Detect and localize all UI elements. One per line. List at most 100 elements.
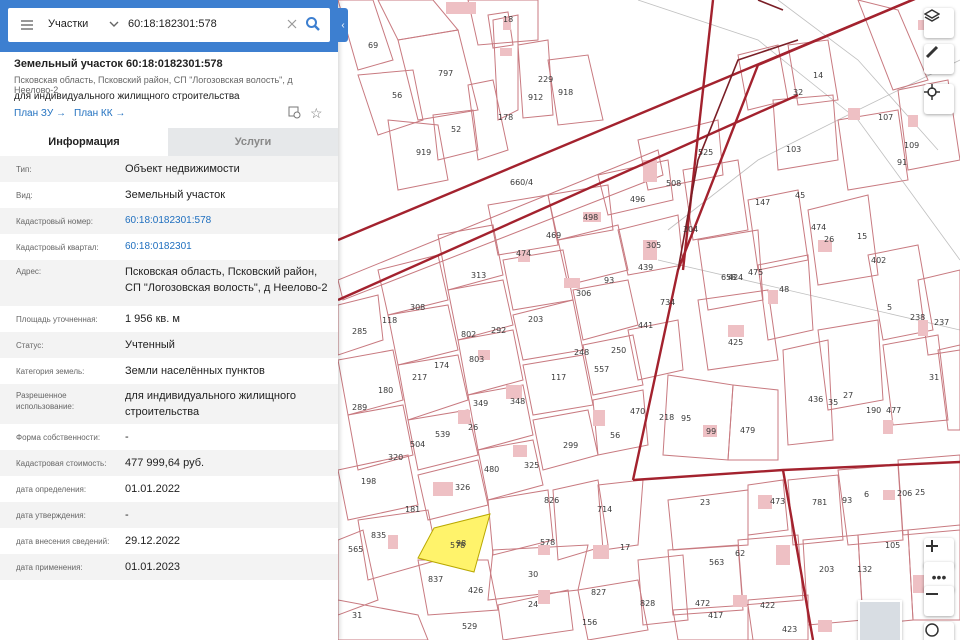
parcel-label: 248 [574, 348, 589, 357]
parcel-label: 285 [352, 327, 367, 336]
parcel-label: 198 [361, 477, 376, 486]
parcel-label: 348 [510, 397, 525, 406]
menu-icon[interactable] [20, 18, 34, 32]
attribute-row: Тип: Объект недвижимости [0, 156, 338, 182]
info-panel: Участки 60:18:182301:578 ‹ Земельный уча… [0, 0, 348, 640]
layer-select-label[interactable]: Участки [48, 18, 88, 30]
parcel-label: 422 [760, 601, 775, 610]
parcel-label: 565 [348, 545, 363, 554]
parcel-label: 919 [416, 148, 431, 157]
parcel-label: 563 [709, 558, 724, 567]
parcel-label: 181 [405, 505, 420, 514]
parcel-label: 578 [540, 538, 555, 547]
collapse-panel-button[interactable]: ‹ [338, 8, 348, 42]
attribute-value: 01.01.2022 [125, 483, 181, 495]
parcel-label: 35 [828, 398, 838, 407]
attribute-row: Адрес: Псковская область, Псковский район… [0, 260, 338, 306]
map-canvas[interactable]: 69797565291991291817822918660/4525508496… [338, 0, 960, 640]
parcel-label: 109 [904, 141, 919, 150]
parcel-label: 802 [461, 330, 476, 339]
attribute-value: 01.01.2023 [125, 561, 181, 573]
layers-button[interactable] [924, 8, 954, 38]
parcel-label: 56 [610, 431, 620, 440]
attribute-row: Кадастровый номер: 60:18:0182301:578 [0, 208, 338, 234]
plan-kk-link[interactable]: План КК → [74, 108, 125, 119]
attribute-key: Категория земель: [16, 367, 85, 376]
parcel-label: 190 [866, 406, 881, 415]
parcel-label: 25 [915, 488, 925, 497]
attribute-value: для индивидуального жилищного строительс… [125, 390, 297, 418]
basemap-thumbnail[interactable] [858, 600, 902, 640]
parcel-label: 425 [728, 338, 743, 347]
search-icon[interactable] [305, 16, 321, 37]
parcel-label: 299 [563, 441, 578, 450]
parcel-label: 326 [455, 483, 470, 492]
attribute-row: Форма собственности: - [0, 424, 338, 450]
attribute-link[interactable]: 60:18:0182301 [125, 239, 335, 255]
zoom-to-parcel-icon[interactable] [288, 106, 302, 125]
attribute-key: дата применения: [16, 563, 83, 572]
attribute-link[interactable]: 60:18:0182301:578 [125, 213, 335, 229]
parcel-label: 147 [755, 198, 770, 207]
attribute-row: Вид: Земельный участок [0, 182, 338, 208]
tabs: Информация Услуги [0, 128, 338, 156]
parcel-label: 803 [469, 355, 484, 364]
attribute-value: Земли населённых пунктов [125, 365, 265, 377]
zoom-out-button[interactable] [924, 586, 954, 616]
locate-button[interactable] [924, 84, 954, 114]
parcel-label: 539 [435, 430, 450, 439]
attribute-key: дата утверждения: [16, 511, 86, 520]
attribute-value: 477 999,64 руб. [125, 457, 205, 469]
attribute-key: Кадастровый номер: [16, 217, 93, 226]
parcel-label: 218 [659, 413, 674, 422]
parcel-label: 508 [666, 179, 681, 188]
clear-icon[interactable] [286, 17, 298, 35]
parcel-label: 15 [857, 232, 867, 241]
parcel-label: 496 [630, 195, 645, 204]
search-input[interactable]: 60:18:182301:578 [128, 18, 217, 30]
parcel-label: 469 [546, 231, 561, 240]
parcel-label: 660/4 [510, 178, 533, 187]
parcel-label: 305 [646, 241, 661, 250]
parcel-label: 475 [748, 268, 763, 277]
compass-button[interactable] [924, 622, 954, 640]
plus-icon [926, 540, 938, 552]
attribute-row: Кадастровый квартал: 60:18:0182301 [0, 234, 338, 260]
parcel-label: 918 [558, 88, 573, 97]
parcel-label: 498 [583, 213, 598, 222]
parcel-use: для индивидуального жилищного строительс… [14, 91, 240, 102]
tab-info[interactable]: Информация [0, 128, 168, 156]
parcel-label: 439 [638, 263, 653, 272]
parcel-label: 289 [352, 403, 367, 412]
parcel-label: 17 [620, 543, 630, 552]
parcel-label: 308 [410, 303, 425, 312]
parcel-label: 27 [843, 391, 853, 400]
attribute-row: Кадастровая стоимость: 477 999,64 руб. [0, 450, 338, 476]
ruler-button[interactable] [924, 44, 954, 74]
faint-lines [637, 0, 960, 331]
attribute-row: дата применения: 01.01.2023 [0, 554, 338, 580]
parcel-label: 402 [871, 256, 886, 265]
parcel-label: 117 [551, 373, 566, 382]
attribute-value: 1 956 кв. м [125, 313, 180, 325]
parcel-label: 103 [786, 145, 801, 154]
plan-zu-link[interactable]: План ЗУ → [14, 108, 66, 119]
parcel-label: 714 [597, 505, 612, 514]
attribute-key: Площадь уточненная: [16, 315, 98, 324]
parcel-label: 32 [793, 88, 803, 97]
parcel-label: 781 [812, 498, 827, 507]
parcel-label: 93 [604, 276, 614, 285]
star-icon[interactable]: ☆ [310, 105, 323, 122]
parcel-label: 99 [706, 427, 716, 436]
parcel-label: 6 [864, 490, 869, 499]
parcel-label: 217 [412, 373, 427, 382]
chevron-down-icon[interactable] [108, 17, 120, 35]
attribute-row: Категория земель: Земли населённых пункто… [0, 358, 338, 384]
parcel-label: 479 [740, 426, 755, 435]
cadastral-map[interactable]: 69 797 56 52 919 912 918 178 229 18 660/4 525 508 496… [338, 0, 960, 640]
parcel-label: 306 [576, 289, 591, 298]
attribute-row: дата утверждения: - [0, 502, 338, 528]
parcel-label: 18 [503, 15, 513, 24]
tab-services[interactable]: Услуги [168, 128, 338, 156]
attribute-value: - [125, 509, 129, 521]
